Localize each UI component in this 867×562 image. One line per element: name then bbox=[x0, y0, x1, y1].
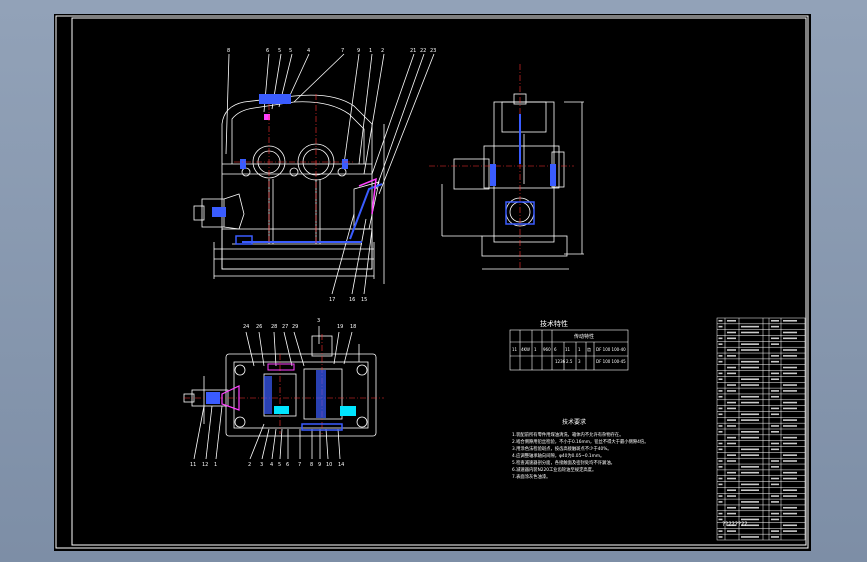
callout: 1 bbox=[214, 462, 217, 468]
side-view-accents bbox=[429, 64, 574, 269]
callout: 9 bbox=[357, 48, 360, 54]
front-view-callouts: 8 6 5 5 4 7 9 1 2 21 22 23 17 16 15 bbox=[227, 48, 436, 303]
spec-cell: DF 100 100-45 bbox=[596, 359, 626, 364]
spec-cell: 1 bbox=[578, 347, 581, 352]
callout: 8 bbox=[310, 462, 313, 468]
callout: 24 bbox=[243, 324, 249, 330]
inner-frame bbox=[71, 17, 807, 546]
callout: 4 bbox=[307, 48, 310, 54]
callout: 11 bbox=[190, 462, 196, 468]
callout: 5 bbox=[278, 462, 281, 468]
oil-window bbox=[259, 94, 291, 104]
callout: 17 bbox=[329, 297, 335, 303]
spec-cell: 3 bbox=[578, 359, 581, 364]
callout: 19 bbox=[337, 324, 343, 330]
parts-list bbox=[716, 317, 806, 541]
notes-line: 2.啮合侧隙用铅丝检验，不小于0.16mm，铅丝不得大于最小侧隙4倍。 bbox=[512, 438, 649, 445]
notes-line: 5.检查减速器剖分面，各接触面及密封处均不许漏油。 bbox=[512, 459, 615, 466]
callout: 9 bbox=[318, 462, 321, 468]
callout: 2 bbox=[381, 48, 384, 54]
callout: 5 bbox=[289, 48, 292, 54]
notes-line: 1.装配前所有零件用煤油清洗，箱体内不允许有杂物存在。 bbox=[512, 431, 624, 438]
callout: 6 bbox=[286, 462, 289, 468]
notes-title: 技术要求 bbox=[562, 418, 586, 426]
callout: 16 bbox=[349, 297, 355, 303]
callout: 15 bbox=[361, 297, 367, 303]
callout: 3 bbox=[317, 318, 320, 324]
callout: 10 bbox=[326, 462, 332, 468]
spec-cell: 11 bbox=[565, 347, 571, 352]
callout: 1 bbox=[369, 48, 372, 54]
housing-lid bbox=[231, 101, 365, 164]
notes-line: 4.应调整轴承轴向间隙，φ40为0.05~0.1mm。 bbox=[512, 452, 604, 459]
callout: 2 bbox=[248, 462, 251, 468]
callout: 26 bbox=[256, 324, 262, 330]
callout: 7 bbox=[298, 462, 301, 468]
side-view bbox=[441, 93, 584, 270]
callout: 4 bbox=[270, 462, 273, 468]
spec-cell: 11 bbox=[512, 347, 518, 352]
top-housing bbox=[225, 353, 377, 437]
callout: 28 bbox=[271, 324, 277, 330]
spec-table-text: 技术特性 传动特性 11 4KW 1 960 6 11 1236 2.5 1 齿… bbox=[512, 319, 626, 364]
front-view bbox=[193, 53, 435, 295]
drawing-canvas: 8 6 5 5 4 7 9 1 2 21 22 23 17 16 15 24 2… bbox=[55, 15, 809, 549]
spec-cell: 1 bbox=[534, 347, 537, 352]
notes-line: 6.减速器内装N220工业齿轮油至规定高度。 bbox=[512, 466, 596, 473]
callout: 18 bbox=[350, 324, 356, 330]
spec-cell: 4KW bbox=[521, 347, 530, 352]
callout: 12 bbox=[202, 462, 208, 468]
outer-border bbox=[55, 15, 809, 549]
callout: 7 bbox=[341, 48, 344, 54]
spec-cell: 齿 bbox=[587, 346, 591, 352]
callout: 6 bbox=[266, 48, 269, 54]
callout: 8 bbox=[227, 48, 230, 54]
callout: 5 bbox=[278, 48, 281, 54]
title-block-placeholder: ???????? bbox=[722, 521, 747, 528]
notes-line: 3.用涂色法检验斑点，按齿高接触斑点不少于40%。 bbox=[512, 445, 612, 452]
callout: 29 bbox=[292, 324, 298, 330]
callout: 23 bbox=[430, 48, 436, 54]
callout: 22 bbox=[420, 48, 426, 54]
callout: 21 bbox=[410, 48, 416, 54]
cad-viewport[interactable]: 8 6 5 5 4 7 9 1 2 21 22 23 17 16 15 24 2… bbox=[0, 0, 867, 562]
spec-cell: DF 100 100-40 bbox=[596, 347, 626, 352]
spec-table-header: 传动特性 bbox=[574, 333, 594, 340]
drawing-sheet: 8 6 5 5 4 7 9 1 2 21 22 23 17 16 15 24 2… bbox=[54, 14, 811, 551]
top-view-accents bbox=[184, 334, 384, 434]
notes-line: 7.表面涂灰色油漆。 bbox=[512, 473, 550, 480]
callout: 27 bbox=[282, 324, 288, 330]
spec-cell: 1236 bbox=[555, 359, 566, 364]
spec-cell: 960 bbox=[543, 347, 551, 352]
spec-cell: 2.5 bbox=[566, 359, 573, 364]
callout: 14 bbox=[338, 462, 344, 468]
notes: 技术要求 1.装配前所有零件用煤油清洗，箱体内不允许有杂物存在。 2.啮合侧隙用… bbox=[512, 418, 649, 480]
spec-table-title: 技术特性 bbox=[540, 319, 568, 328]
title-block: ???????? bbox=[722, 521, 747, 528]
spec-cell: 6 bbox=[554, 347, 557, 352]
callout: 3 bbox=[260, 462, 263, 468]
